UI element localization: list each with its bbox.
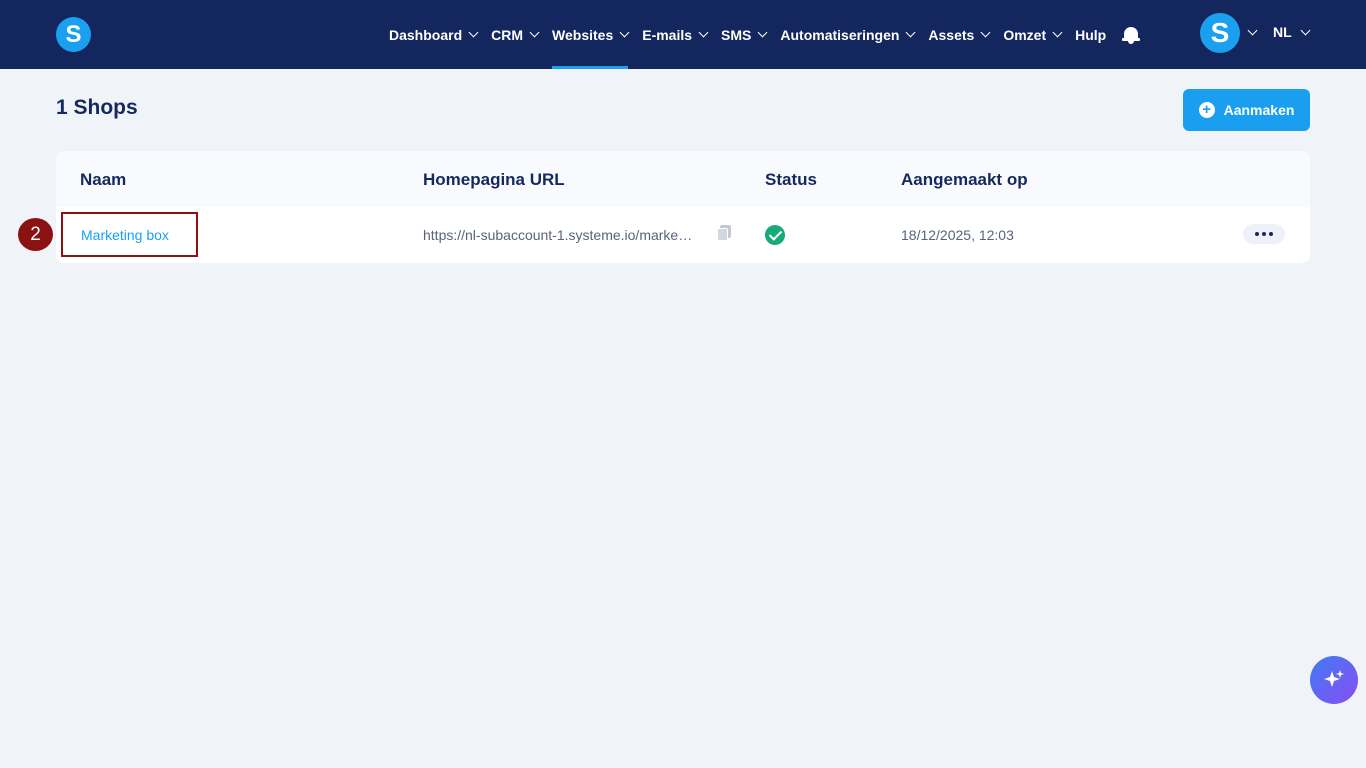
create-button[interactable]: + Aanmaken [1183,89,1310,131]
nav-item-label: Omzet [1003,26,1047,43]
nav-item-label: CRM [491,26,524,43]
shop-name-link[interactable]: Marketing box [81,227,169,243]
column-header-status: Status [765,170,817,189]
ai-assistant-button[interactable] [1310,656,1358,704]
sparkle-icon [1324,670,1344,687]
nav-item-sms[interactable]: SMS [721,0,768,69]
chevron-down-icon [980,27,991,38]
copy-icon[interactable] [717,225,731,241]
nav-item-omzet[interactable]: Omzet [1003,0,1063,69]
chevron-down-icon [1052,27,1063,38]
language-label: NL [1273,24,1292,40]
nav-item-label: Assets [928,26,975,43]
page-title: 1 Shops [56,96,138,119]
nav-item-dashboard[interactable]: Dashboard [389,0,479,69]
nav-item-label: Websites [552,26,614,43]
nav-item-label: Hulp [1075,26,1107,43]
plus-icon: + [1198,102,1215,118]
create-button-label: Aanmaken [1223,102,1295,118]
chevron-down-icon [698,27,709,38]
nav-item-label: Automatiseringen [780,26,900,43]
nav-item-label: SMS [721,26,752,43]
main-nav: Dashboard CRM Websites E-mails SMS Autom… [389,0,1160,69]
nav-item-hulp[interactable]: Hulp [1075,0,1106,69]
column-header-name: Naam [80,170,127,189]
homepage-url: https://nl-subaccount-1.systeme.io/marke… [423,227,693,243]
nav-item-emails[interactable]: E-mails [642,0,709,69]
shops-table: Naam Homepagina URL Status Aangemaakt op… [56,151,1310,263]
nav-item-label: Dashboard [389,26,463,43]
systeme-logo[interactable]: S [56,17,91,52]
step-badge: 2 [18,218,53,251]
user-avatar[interactable]: S [1200,13,1240,53]
table-row: Marketing box https://nl-subaccount-1.sy… [56,207,1310,263]
chevron-down-icon [468,27,479,38]
more-icon[interactable] [1243,224,1285,244]
top-navigation-bar: S Dashboard CRM Websites E-mails SMS Aut… [0,0,1366,69]
nav-item-label: E-mails [642,26,693,43]
nav-item-websites[interactable]: Websites [552,0,630,69]
table-header: Naam Homepagina URL Status Aangemaakt op [56,151,1310,207]
chevron-down-icon[interactable] [1247,25,1258,36]
created-date: 18/12/2025, 12:03 [901,227,1014,243]
column-header-url: Homepagina URL [423,170,565,189]
chevron-down-icon [529,27,540,38]
column-header-created: Aangemaakt op [901,170,1028,189]
bell-icon[interactable] [1122,25,1141,45]
chevron-down-icon [619,27,630,38]
chevron-down-icon [1300,25,1311,35]
nav-item-automatiseringen[interactable]: Automatiseringen [780,0,916,69]
chevron-down-icon [905,27,916,38]
check-circle-icon [765,225,785,245]
chevron-down-icon [757,27,768,38]
nav-item-assets[interactable]: Assets [928,0,991,69]
language-selector[interactable]: NL [1273,24,1311,40]
nav-item-crm[interactable]: CRM [491,0,540,69]
